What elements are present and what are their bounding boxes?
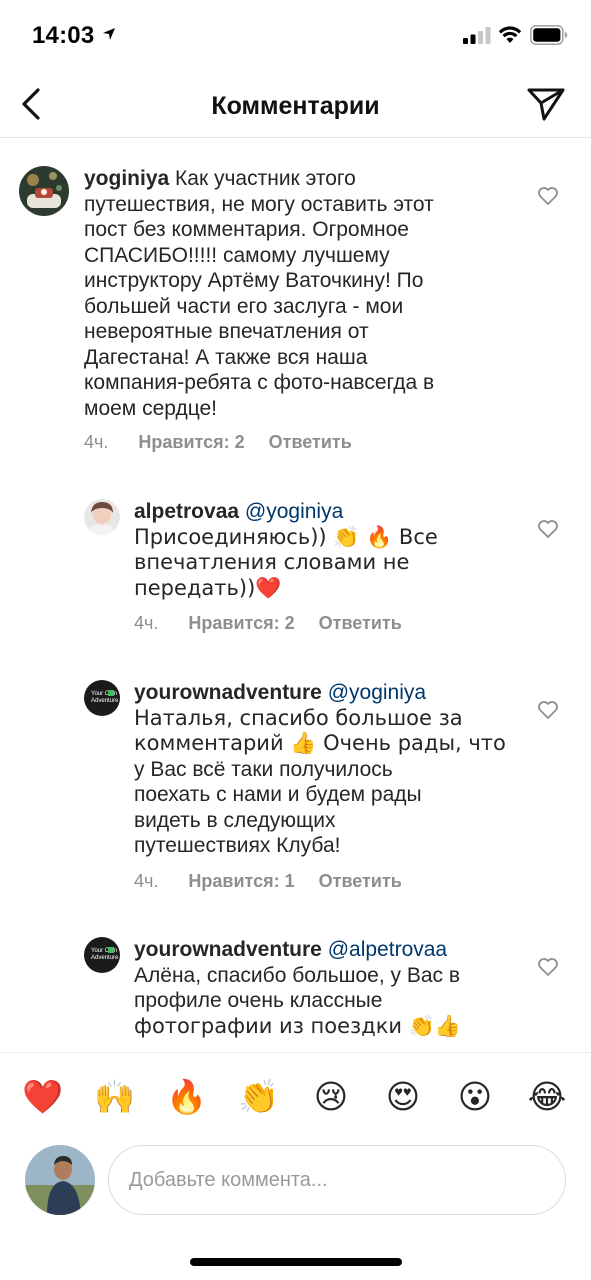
comment-likes[interactable]: Нравится: 1 [188,871,294,891]
comment-input-row [0,1142,591,1232]
comment-input[interactable] [108,1145,566,1215]
comment-mention[interactable]: @alpetrovaa [328,938,447,961]
svg-text:Adventure: Adventure [91,698,119,704]
comment-username[interactable]: yourownadventure [134,938,322,961]
comment-username[interactable]: alpetrovaa [134,500,239,523]
avatar[interactable] [19,166,69,216]
battery-icon [530,25,568,45]
comment-time: 4ч. [84,432,109,452]
reply-button[interactable]: Ответить [269,432,352,452]
wifi-icon [498,26,522,43]
emoji-crying-button[interactable]: 😢 [311,1077,351,1117]
status-bar: 14:03 [0,0,591,72]
comment-mention[interactable]: @yoginiya [328,681,426,704]
emoji-heart-eyes-button[interactable]: 😍 [383,1077,423,1117]
comment-username[interactable]: yourownadventure [134,681,322,704]
comment-likes[interactable]: Нравится: 2 [138,432,244,452]
reply-button[interactable]: Ответить [319,871,402,891]
comment-meta: 4ч. Нравится: 2 Ответить [84,432,376,453]
comments-list[interactable]: yoginiya Как участник этого путешествия,… [0,140,591,1052]
heart-outline-icon[interactable] [537,700,559,720]
status-time: 14:03 [32,22,95,49]
nav-header: Комментарии [0,72,591,138]
avatar[interactable]: Your Own Adventure [84,680,120,716]
home-indicator[interactable] [190,1258,402,1266]
comment-meta: 4ч. Нравится: 1 Ответить [134,871,426,892]
heart-outline-icon[interactable] [537,519,559,539]
emoji-surprised-button[interactable]: 😮 [455,1077,495,1117]
avatar [25,1145,95,1215]
reply-button[interactable]: Ответить [319,613,402,633]
heart-outline-icon[interactable] [537,186,559,206]
avatar[interactable]: Your Own Adventure [84,937,120,973]
signal-icon [463,27,491,44]
send-icon[interactable] [526,86,566,122]
comment-likes[interactable]: Нравится: 2 [188,613,294,633]
location-arrow-icon [103,28,115,40]
comment-time: 4ч. [134,613,159,633]
svg-text:Adventure: Adventure [91,955,119,961]
emoji-reaction-bar: ❤️ 🙌 🔥 👏 😢 😍 😮 😂 [0,1052,591,1142]
emoji-fire-button[interactable]: 🔥 [166,1077,207,1117]
comment-username[interactable]: yoginiya [84,167,169,190]
comment-time: 4ч. [134,871,159,891]
emoji-heart-button[interactable]: ❤️ [22,1077,63,1117]
comment-text: yourownadventure @yoginiya Наталья, спас… [134,681,506,857]
comment-text: yoginiya Как участник этого путешествия,… [84,167,435,420]
avatar[interactable] [84,499,120,535]
comment-mention[interactable]: @yoginiya [245,500,343,523]
heart-outline-icon[interactable] [537,957,559,977]
comment-text: alpetrovaa @yoginiya Присоединяюсь)) 👏 🔥… [134,500,438,600]
emoji-raised-hands-button[interactable]: 🙌 [94,1077,135,1117]
comment-text: yourownadventure @alpetrovaa Алёна, спас… [134,938,462,1038]
page-title: Комментарии [211,92,380,120]
comment-meta: 4ч. Нравится: 2 Ответить [134,613,426,634]
emoji-laughing-button[interactable]: 😂 [527,1077,567,1117]
emoji-clap-button[interactable]: 👏 [238,1077,279,1117]
